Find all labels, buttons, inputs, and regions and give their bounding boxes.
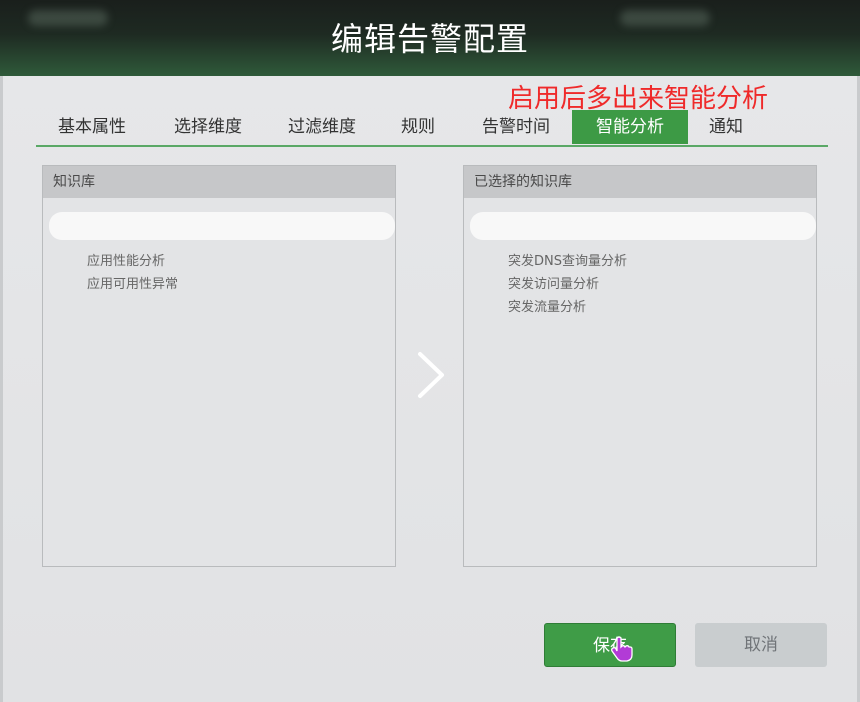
tab-intelligent-analysis[interactable]: 智能分析 xyxy=(572,110,688,144)
cancel-button[interactable]: 取消 xyxy=(695,623,827,667)
tab-bar: 基本属性 选择维度 过滤维度 规则 告警时间 智能分析 通知 xyxy=(36,110,828,146)
list-item[interactable]: 应用可用性异常 xyxy=(87,273,178,296)
selected-knowledge-base-panel: 已选择的知识库 突发DNS查询量分析 突发访问量分析 突发流量分析 xyxy=(463,165,817,567)
knowledge-base-search-input[interactable] xyxy=(49,212,395,240)
tab-select-dimensions[interactable]: 选择维度 xyxy=(160,110,256,144)
tab-filter-dimensions[interactable]: 过滤维度 xyxy=(274,110,370,144)
tab-alert-time[interactable]: 告警时间 xyxy=(468,110,564,144)
chevron-right-icon[interactable] xyxy=(412,350,448,400)
knowledge-base-list: 应用性能分析 应用可用性异常 xyxy=(87,250,178,296)
list-item[interactable]: 突发流量分析 xyxy=(508,296,627,319)
selected-knowledge-base-search-input[interactable] xyxy=(470,212,816,240)
tab-notifications[interactable]: 通知 xyxy=(700,110,752,144)
selected-knowledge-base-list: 突发DNS查询量分析 突发访问量分析 突发流量分析 xyxy=(508,250,627,319)
list-item[interactable]: 应用性能分析 xyxy=(87,250,178,273)
knowledge-base-panel: 知识库 应用性能分析 应用可用性异常 xyxy=(42,165,396,567)
dialog-title: 编辑告警配置 xyxy=(330,20,529,58)
save-button[interactable]: 保存 xyxy=(544,623,676,667)
tab-basic-properties[interactable]: 基本属性 xyxy=(44,110,140,144)
list-item[interactable]: 突发访问量分析 xyxy=(508,273,627,296)
tab-rules[interactable]: 规则 xyxy=(392,110,444,144)
tab-underline xyxy=(36,145,828,147)
dialog-header: 编辑告警配置 xyxy=(0,0,860,76)
selected-knowledge-base-header: 已选择的知识库 xyxy=(464,166,816,198)
hand-cursor-icon xyxy=(611,636,633,662)
knowledge-base-header: 知识库 xyxy=(43,166,395,198)
list-item[interactable]: 突发DNS查询量分析 xyxy=(508,250,627,273)
